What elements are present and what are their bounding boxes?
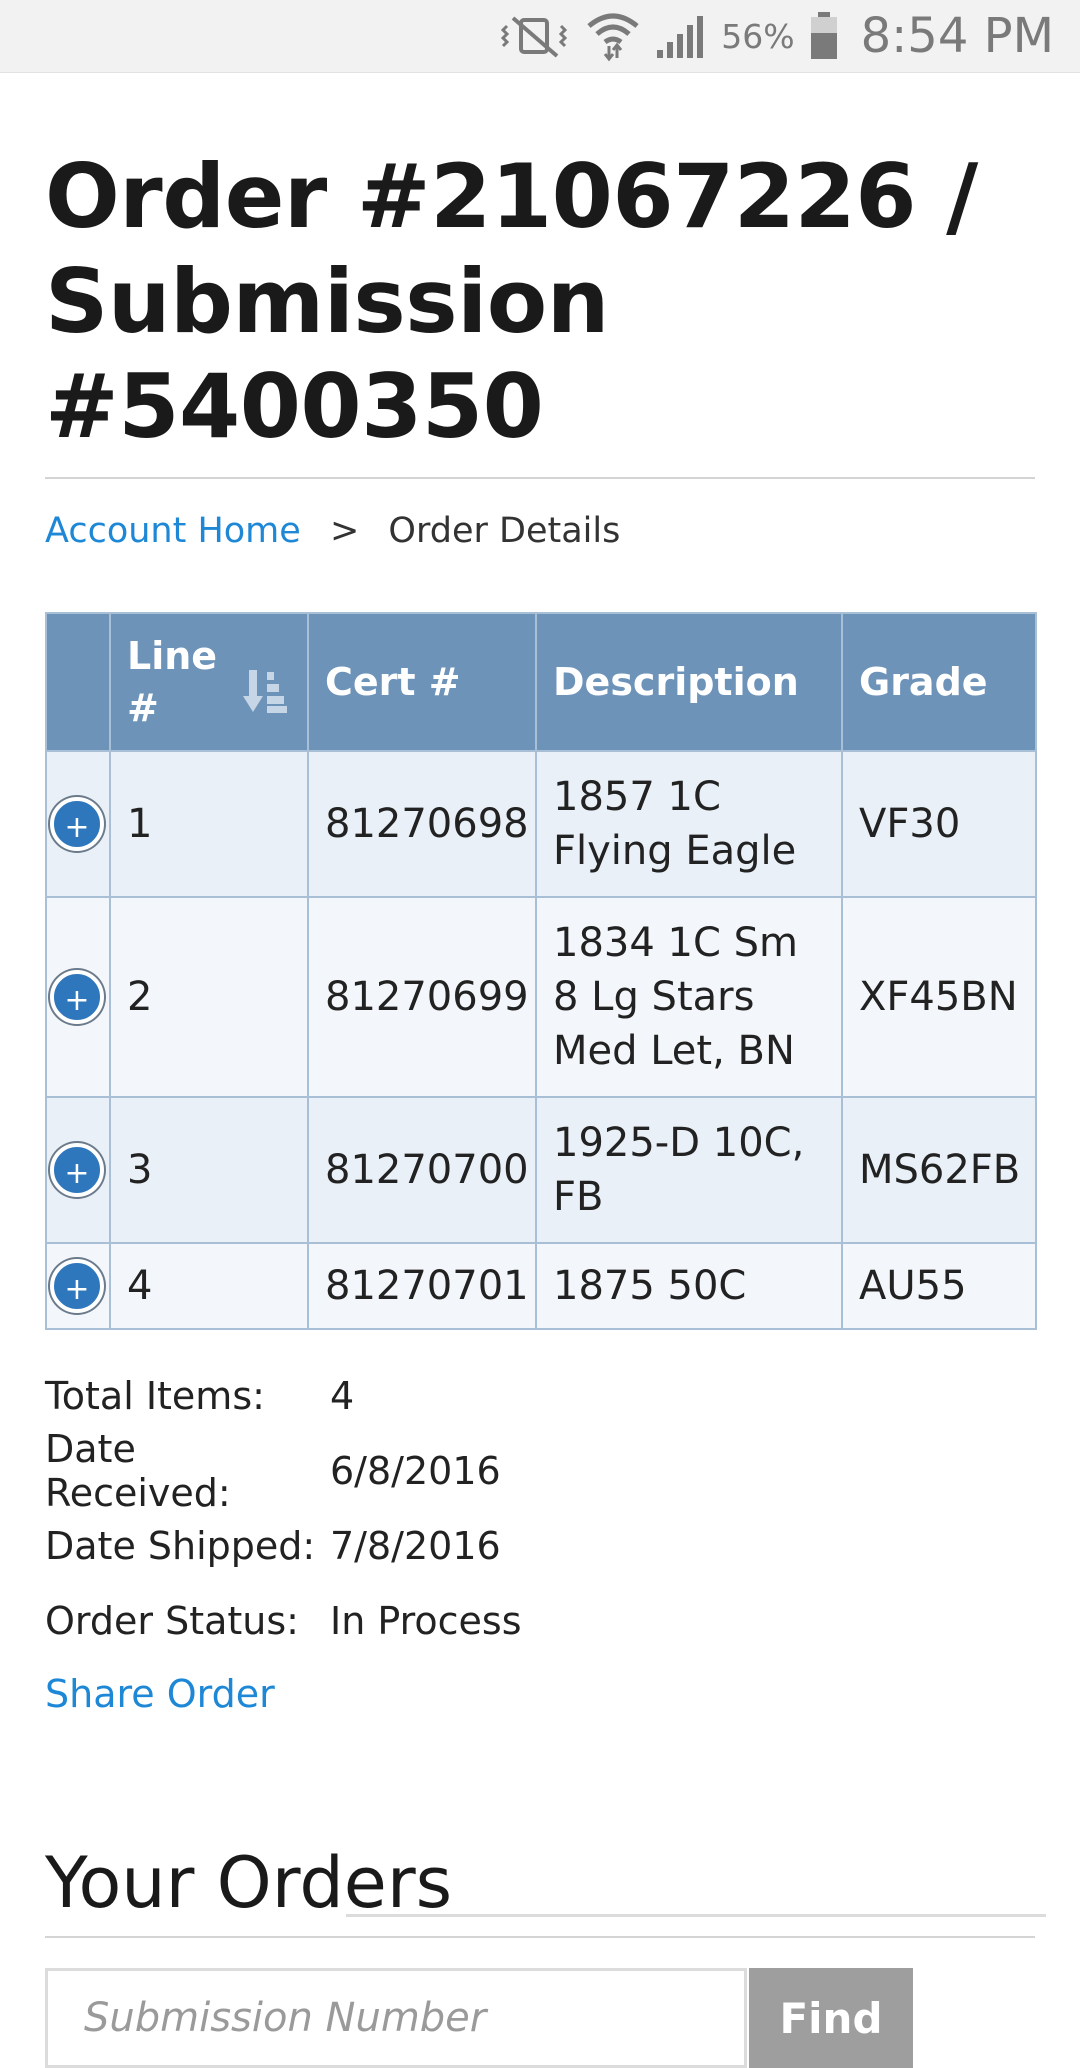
- breadcrumb-separator: >: [329, 511, 360, 551]
- total-items-value: 4: [330, 1373, 355, 1418]
- order-summary: Total Items: 4 Date Received: 6/8/2016 D…: [45, 1358, 1035, 1658]
- table-row: + 3 81270700 1925-D 10C, FB MS62FB: [45, 1096, 1037, 1244]
- summary-row-date-shipped: Date Shipped: 7/8/2016: [45, 1508, 1035, 1583]
- total-items-label: Total Items:: [45, 1373, 265, 1418]
- table-row: + 2 81270699 1834 1C Sm 8 Lg Stars Med L…: [45, 896, 1037, 1098]
- cell-description: 1834 1C Sm 8 Lg Stars Med Let, BN: [535, 896, 843, 1098]
- breadcrumb: Account Home > Order Details: [45, 507, 1035, 555]
- summary-row-order-status: Order Status: In Process: [45, 1583, 1035, 1658]
- submission-search: Find: [45, 1968, 1035, 2068]
- share-order-link[interactable]: Share Order: [45, 1658, 1035, 1730]
- signal-icon: [655, 12, 707, 60]
- header-grade[interactable]: Grade: [841, 612, 1037, 752]
- cell-grade: MS62FB: [841, 1096, 1037, 1244]
- date-received-value: 6/8/2016: [330, 1448, 501, 1493]
- sort-icon[interactable]: [243, 668, 287, 723]
- header-expand: [45, 612, 111, 752]
- cell-line: 1: [109, 750, 309, 898]
- order-status-value: In Process: [330, 1598, 522, 1643]
- cell-cert: 81270701: [307, 1242, 537, 1330]
- table-row: + 1 81270698 1857 1C Flying Eagle VF30: [45, 750, 1037, 898]
- expand-cell: +: [45, 1096, 111, 1244]
- find-button[interactable]: Find: [749, 1968, 913, 2068]
- expand-row-button[interactable]: +: [50, 797, 104, 851]
- expand-row-button[interactable]: +: [50, 1259, 104, 1313]
- expand-cell: +: [45, 750, 111, 898]
- title-divider: [45, 477, 1035, 479]
- header-line-label: Line #: [127, 634, 218, 730]
- page-title: Order #21067226 / Submission #5400350: [45, 145, 978, 458]
- date-received-label: Date Received:: [45, 1426, 231, 1515]
- mute-vibrate-icon: [499, 12, 571, 60]
- cell-description: 1925-D 10C, FB: [535, 1096, 843, 1244]
- battery-icon: [809, 11, 839, 61]
- expand-row-button[interactable]: +: [50, 1143, 104, 1197]
- page-content: Order #21067226 / Submission #5400350 Ac…: [45, 72, 1037, 2068]
- your-orders-divider: [45, 1936, 1035, 1938]
- date-shipped-value: 7/8/2016: [330, 1523, 501, 1568]
- status-bar: 56% 8:54 PM: [0, 0, 1080, 73]
- cell-grade: AU55: [841, 1242, 1037, 1330]
- cell-grade: VF30: [841, 750, 1037, 898]
- next-field-edge: [346, 1914, 1046, 1923]
- expand-cell: +: [45, 1242, 111, 1330]
- order-lines-table: Line # Cert # Description Grade + 1 8127…: [45, 612, 1037, 1330]
- summary-row-total-items: Total Items: 4: [45, 1358, 1035, 1433]
- table-row: + 4 81270701 1875 50C AU55: [45, 1242, 1037, 1330]
- cell-cert: 81270700: [307, 1096, 537, 1244]
- battery-percent: 56%: [721, 16, 795, 56]
- header-line-number[interactable]: Line #: [109, 612, 309, 752]
- table-header-row: Line # Cert # Description Grade: [45, 612, 1037, 752]
- status-icons: 56% 8:54 PM: [499, 0, 1054, 72]
- date-shipped-label: Date Shipped:: [45, 1523, 316, 1568]
- order-status-label: Order Status:: [45, 1598, 299, 1643]
- summary-row-date-received: Date Received: 6/8/2016: [45, 1427, 1035, 1515]
- expand-row-button[interactable]: +: [50, 970, 104, 1024]
- cell-description: 1875 50C: [535, 1242, 843, 1330]
- breadcrumb-account-home-link[interactable]: Account Home: [45, 511, 301, 551]
- expand-cell: +: [45, 896, 111, 1098]
- clock: 8:54 PM: [860, 8, 1054, 64]
- header-description[interactable]: Description: [535, 612, 843, 752]
- breadcrumb-current: Order Details: [388, 511, 621, 551]
- cell-line: 3: [109, 1096, 309, 1244]
- cell-cert: 81270698: [307, 750, 537, 898]
- cell-cert: 81270699: [307, 896, 537, 1098]
- header-cert-number[interactable]: Cert #: [307, 612, 537, 752]
- cell-description: 1857 1C Flying Eagle: [535, 750, 843, 898]
- cell-line: 4: [109, 1242, 309, 1330]
- submission-number-input[interactable]: [45, 1968, 747, 2068]
- cell-line: 2: [109, 896, 309, 1098]
- wifi-icon: [585, 10, 641, 62]
- cell-grade: XF45BN: [841, 896, 1037, 1098]
